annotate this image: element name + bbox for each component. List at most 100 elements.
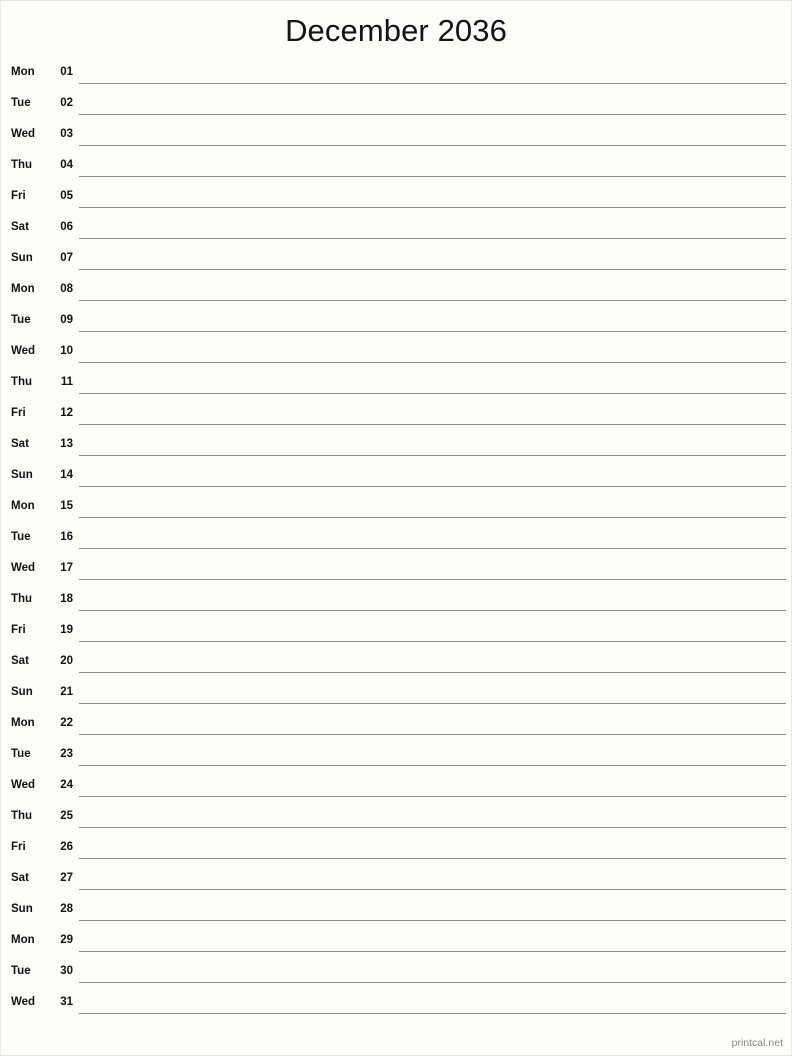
day-row[interactable]: Wed 03 (1, 123, 791, 154)
weekday-label: Tue (11, 748, 31, 760)
note-writing-line[interactable] (79, 486, 786, 487)
date-number: 20 (60, 655, 73, 667)
note-writing-line[interactable] (79, 114, 786, 115)
date-number: 01 (60, 66, 73, 78)
day-row[interactable]: Sat 20 (1, 650, 791, 681)
note-writing-line[interactable] (79, 362, 786, 363)
note-writing-line[interactable] (79, 145, 786, 146)
date-number: 28 (60, 903, 73, 915)
note-writing-line[interactable] (79, 455, 786, 456)
note-writing-line[interactable] (79, 951, 786, 952)
day-row[interactable]: Thu 11 (1, 371, 791, 402)
day-row[interactable]: Fri 05 (1, 185, 791, 216)
weekday-label: Wed (11, 562, 36, 574)
note-writing-line[interactable] (79, 827, 786, 828)
weekday-label: Sat (11, 655, 29, 667)
day-row[interactable]: Wed 24 (1, 774, 791, 805)
note-writing-line[interactable] (79, 424, 786, 425)
note-writing-line[interactable] (79, 920, 786, 921)
date-number: 21 (60, 686, 73, 698)
weekday-label: Wed (11, 128, 36, 140)
note-writing-line[interactable] (79, 796, 786, 797)
note-writing-line[interactable] (79, 548, 786, 549)
note-writing-line[interactable] (79, 331, 786, 332)
note-writing-line[interactable] (79, 703, 786, 704)
day-row[interactable]: Sun 28 (1, 898, 791, 929)
day-row[interactable]: Tue 16 (1, 526, 791, 557)
note-writing-line[interactable] (79, 300, 786, 301)
date-number: 24 (60, 779, 73, 791)
date-number: 05 (60, 190, 73, 202)
date-number: 08 (60, 283, 73, 295)
weekday-label: Sat (11, 438, 29, 450)
note-writing-line[interactable] (79, 1013, 786, 1014)
note-writing-line[interactable] (79, 393, 786, 394)
date-number: 10 (60, 345, 73, 357)
weekday-label: Sat (11, 221, 29, 233)
day-row[interactable]: Sat 13 (1, 433, 791, 464)
weekday-label: Thu (11, 159, 33, 171)
note-writing-line[interactable] (79, 982, 786, 983)
day-row[interactable]: Wed 17 (1, 557, 791, 588)
weekday-label: Mon (11, 283, 35, 295)
date-number: 12 (60, 407, 73, 419)
weekday-label: Fri (11, 407, 26, 419)
weekday-label: Thu (11, 376, 33, 388)
day-row[interactable]: Sat 27 (1, 867, 791, 898)
day-row[interactable]: Thu 04 (1, 154, 791, 185)
day-row[interactable]: Thu 25 (1, 805, 791, 836)
date-number: 03 (60, 128, 73, 140)
day-row[interactable]: Tue 09 (1, 309, 791, 340)
note-writing-line[interactable] (79, 269, 786, 270)
note-writing-line[interactable] (79, 641, 786, 642)
day-row[interactable]: Sat 06 (1, 216, 791, 247)
date-number: 30 (60, 965, 73, 977)
day-row[interactable]: Mon 15 (1, 495, 791, 526)
day-row[interactable]: Sun 14 (1, 464, 791, 495)
day-row[interactable]: Tue 23 (1, 743, 791, 774)
weekday-label: Wed (11, 779, 36, 791)
weekday-label: Fri (11, 190, 26, 202)
note-writing-line[interactable] (79, 176, 786, 177)
note-writing-line[interactable] (79, 889, 786, 890)
weekday-label: Mon (11, 717, 35, 729)
date-number: 06 (60, 221, 73, 233)
day-row[interactable]: Fri 19 (1, 619, 791, 650)
note-writing-line[interactable] (79, 579, 786, 580)
date-number: 18 (60, 593, 73, 605)
note-writing-line[interactable] (79, 858, 786, 859)
date-number: 31 (60, 996, 73, 1008)
day-row[interactable]: Tue 02 (1, 92, 791, 123)
day-row[interactable]: Sun 21 (1, 681, 791, 712)
date-number: 16 (60, 531, 73, 543)
day-row[interactable]: Wed 31 (1, 991, 791, 1022)
day-row[interactable]: Tue 30 (1, 960, 791, 991)
day-row[interactable]: Mon 29 (1, 929, 791, 960)
note-writing-line[interactable] (79, 672, 786, 673)
weekday-label: Tue (11, 314, 31, 326)
note-writing-line[interactable] (79, 517, 786, 518)
page-title: December 2036 (285, 13, 507, 48)
weekday-label: Wed (11, 996, 36, 1008)
date-number: 07 (60, 252, 73, 264)
day-row[interactable]: Mon 01 (1, 61, 791, 92)
date-number: 25 (60, 810, 73, 822)
day-row[interactable]: Thu 18 (1, 588, 791, 619)
note-writing-line[interactable] (79, 83, 786, 84)
note-writing-line[interactable] (79, 238, 786, 239)
day-row[interactable]: Sun 07 (1, 247, 791, 278)
weekday-label: Mon (11, 500, 35, 512)
day-row[interactable]: Mon 08 (1, 278, 791, 309)
weekday-label: Sun (11, 252, 33, 264)
date-number: 26 (60, 841, 73, 853)
day-row[interactable]: Fri 12 (1, 402, 791, 433)
weekday-label: Sun (11, 903, 33, 915)
note-writing-line[interactable] (79, 207, 786, 208)
note-writing-line[interactable] (79, 734, 786, 735)
weekday-label: Thu (11, 593, 33, 605)
day-row[interactable]: Wed 10 (1, 340, 791, 371)
day-row[interactable]: Fri 26 (1, 836, 791, 867)
day-row[interactable]: Mon 22 (1, 712, 791, 743)
note-writing-line[interactable] (79, 765, 786, 766)
note-writing-line[interactable] (79, 610, 786, 611)
